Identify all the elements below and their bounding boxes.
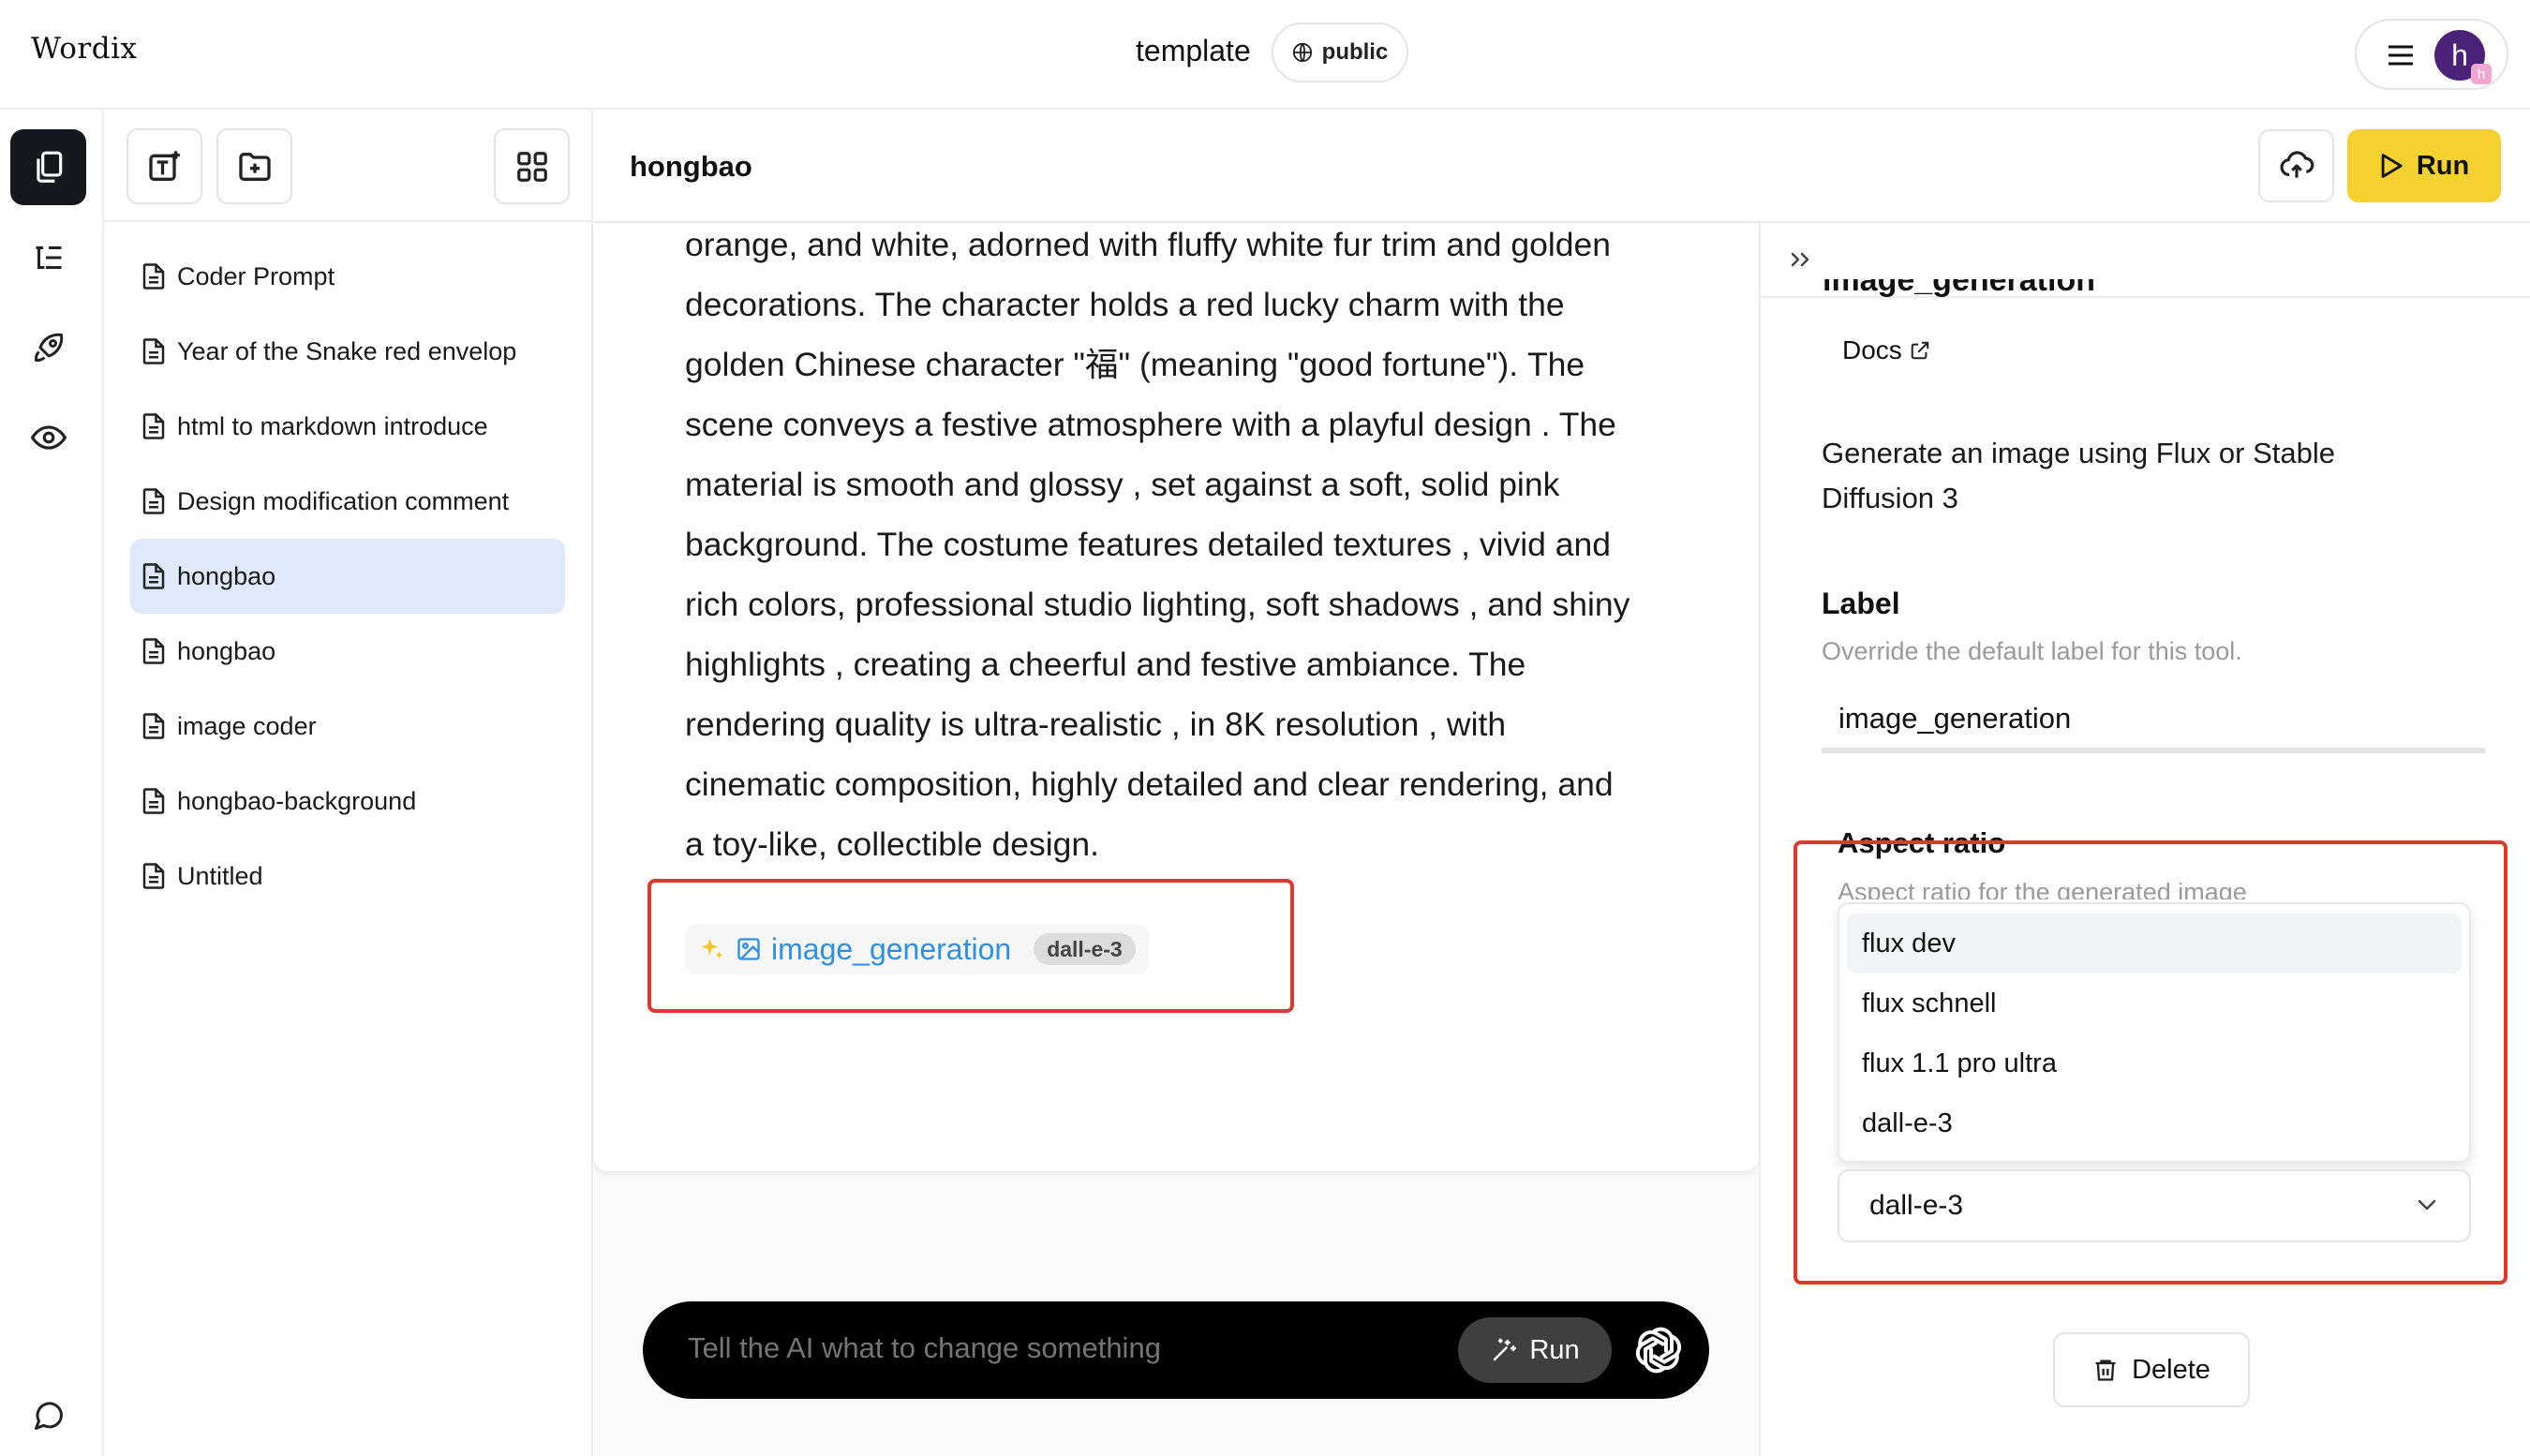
document-icon bbox=[142, 338, 165, 364]
play-icon bbox=[2381, 154, 2403, 178]
visibility-label: public bbox=[1321, 39, 1389, 65]
document-text[interactable]: orange, and white, adorned with fluffy w… bbox=[685, 215, 1678, 874]
label-field-help: Override the default label for this tool… bbox=[1822, 637, 2242, 665]
files-icon bbox=[36, 151, 62, 183]
document-icon bbox=[142, 788, 165, 814]
icon-rail bbox=[0, 111, 104, 1456]
file-label: hongbao bbox=[177, 561, 276, 590]
text-line: background. The costume features detaile… bbox=[685, 526, 1612, 563]
text-line: rich colors, professional studio lightin… bbox=[685, 586, 1630, 623]
file-list: Coder Prompt Year of the Snake red envel… bbox=[130, 239, 565, 914]
file-item[interactable]: hongbao-background bbox=[130, 764, 565, 839]
document-icon bbox=[142, 488, 165, 514]
text-line: cinematic composition, highly detailed a… bbox=[685, 765, 1614, 803]
label-field-title: Label bbox=[1822, 587, 1900, 620]
rail-outline-button[interactable] bbox=[10, 219, 86, 295]
highlight-box-aspect-ratio bbox=[1793, 840, 2508, 1285]
rail-preview-button[interactable] bbox=[10, 399, 86, 475]
delete-tool-button[interactable]: Delete bbox=[2053, 1332, 2250, 1407]
tool-panel-header: image_generation bbox=[1761, 223, 2530, 298]
new-document-button[interactable] bbox=[126, 128, 202, 204]
rail-files-button[interactable] bbox=[10, 129, 86, 205]
ai-run-label: Run bbox=[1529, 1334, 1580, 1365]
file-label: Year of the Snake red envelop bbox=[177, 336, 517, 365]
text-line: a toy-like, collectible design. bbox=[685, 825, 1099, 863]
document-icon bbox=[142, 563, 165, 589]
tool-title-clip: image_generation bbox=[1823, 279, 2141, 300]
delete-label: Delete bbox=[2132, 1354, 2210, 1385]
file-item[interactable]: Coder Prompt bbox=[130, 239, 565, 314]
eye-icon bbox=[30, 424, 67, 450]
run-label: Run bbox=[2416, 150, 2470, 181]
editor-area: orange, and white, adorned with fluffy w… bbox=[594, 223, 1758, 1456]
chat-icon bbox=[34, 1401, 63, 1430]
file-item[interactable]: Design modification comment bbox=[130, 464, 565, 539]
editor-document-name: hongbao bbox=[630, 150, 752, 183]
user-menu[interactable]: h h bbox=[2355, 19, 2508, 90]
label-input[interactable] bbox=[1822, 690, 2485, 753]
rail-chat-button[interactable] bbox=[10, 1377, 86, 1453]
outline-icon bbox=[36, 245, 61, 269]
file-label: Untitled bbox=[177, 861, 263, 890]
file-item-selected[interactable]: hongbao bbox=[130, 539, 565, 614]
highlight-box-tool-chip bbox=[647, 879, 1294, 1013]
text-line: scene conveys a festive atmosphere with … bbox=[685, 406, 1616, 443]
run-button[interactable]: Run bbox=[2347, 129, 2501, 202]
chevrons-right-icon[interactable] bbox=[1789, 245, 1813, 274]
file-item[interactable]: hongbao bbox=[130, 614, 565, 689]
document-icon bbox=[142, 863, 165, 889]
document-icon bbox=[142, 638, 165, 664]
ai-prompt-input[interactable] bbox=[688, 1331, 1400, 1365]
visibility-button[interactable]: public bbox=[1272, 22, 1408, 82]
text-line: golden Chinese character "福" (meaning "g… bbox=[685, 346, 1585, 383]
docs-label: Docs bbox=[1842, 335, 1902, 364]
file-label: hongbao-background bbox=[177, 786, 417, 815]
top-bar: Wordix template public h h bbox=[0, 0, 2530, 110]
tool-title: image_generation bbox=[1823, 279, 2095, 298]
document-card: orange, and white, adorned with fluffy w… bbox=[594, 223, 1758, 1171]
document-icon bbox=[142, 263, 165, 290]
file-label: hongbao bbox=[177, 636, 276, 665]
file-label: Coder Prompt bbox=[177, 261, 335, 290]
file-toolbar bbox=[104, 111, 591, 222]
text-line: decorations. The character holds a red l… bbox=[685, 286, 1565, 323]
document-icon bbox=[142, 713, 165, 739]
ai-prompt-bar: Run bbox=[643, 1301, 1709, 1399]
file-label: Design modification comment bbox=[177, 486, 510, 515]
text-line: rendering quality is ultra-realistic , i… bbox=[685, 706, 1507, 743]
new-folder-button[interactable] bbox=[216, 128, 292, 204]
file-item[interactable]: image coder bbox=[130, 689, 565, 764]
text-line: material is smooth and glossy , set agai… bbox=[685, 466, 1560, 503]
editor-header: hongbao Run bbox=[594, 111, 2530, 223]
folder-plus-icon bbox=[238, 152, 271, 181]
file-label: image coder bbox=[177, 711, 317, 740]
text-line: orange, and white, adorned with fluffy w… bbox=[685, 226, 1612, 263]
grid-icon bbox=[516, 151, 547, 182]
document-icon bbox=[142, 413, 165, 439]
text-line: highlights , creating a cheerful and fes… bbox=[685, 646, 1526, 683]
docs-link[interactable]: Docs bbox=[1842, 335, 1930, 365]
trash-icon bbox=[2095, 1359, 2116, 1381]
app-logo[interactable]: Wordix bbox=[31, 32, 137, 66]
rocket-icon bbox=[34, 333, 63, 362]
cloud-upload-icon bbox=[2280, 151, 2314, 178]
openai-icon[interactable] bbox=[1630, 1322, 1687, 1378]
document-title[interactable]: template bbox=[1136, 34, 1251, 68]
hamburger-menu-icon[interactable] bbox=[2387, 43, 2415, 67]
file-item[interactable]: html to markdown introduce bbox=[130, 389, 565, 464]
file-label: html to markdown introduce bbox=[177, 411, 488, 440]
rail-deploy-button[interactable] bbox=[10, 309, 86, 385]
external-link-icon bbox=[1911, 341, 1929, 360]
avatar-badge: h bbox=[2471, 64, 2492, 84]
grid-view-button[interactable] bbox=[494, 128, 570, 204]
publish-button[interactable] bbox=[2258, 129, 2334, 202]
file-panel: Coder Prompt Year of the Snake red envel… bbox=[104, 111, 593, 1456]
tool-description: Generate an image using Flux or Stable D… bbox=[1822, 437, 2335, 514]
globe-icon bbox=[1292, 42, 1312, 63]
magic-wand-icon bbox=[1494, 1338, 1517, 1361]
file-item[interactable]: Year of the Snake red envelop bbox=[130, 314, 565, 389]
ai-run-button[interactable]: Run bbox=[1458, 1317, 1612, 1383]
new-text-icon bbox=[148, 150, 180, 181]
file-item[interactable]: Untitled bbox=[130, 839, 565, 914]
